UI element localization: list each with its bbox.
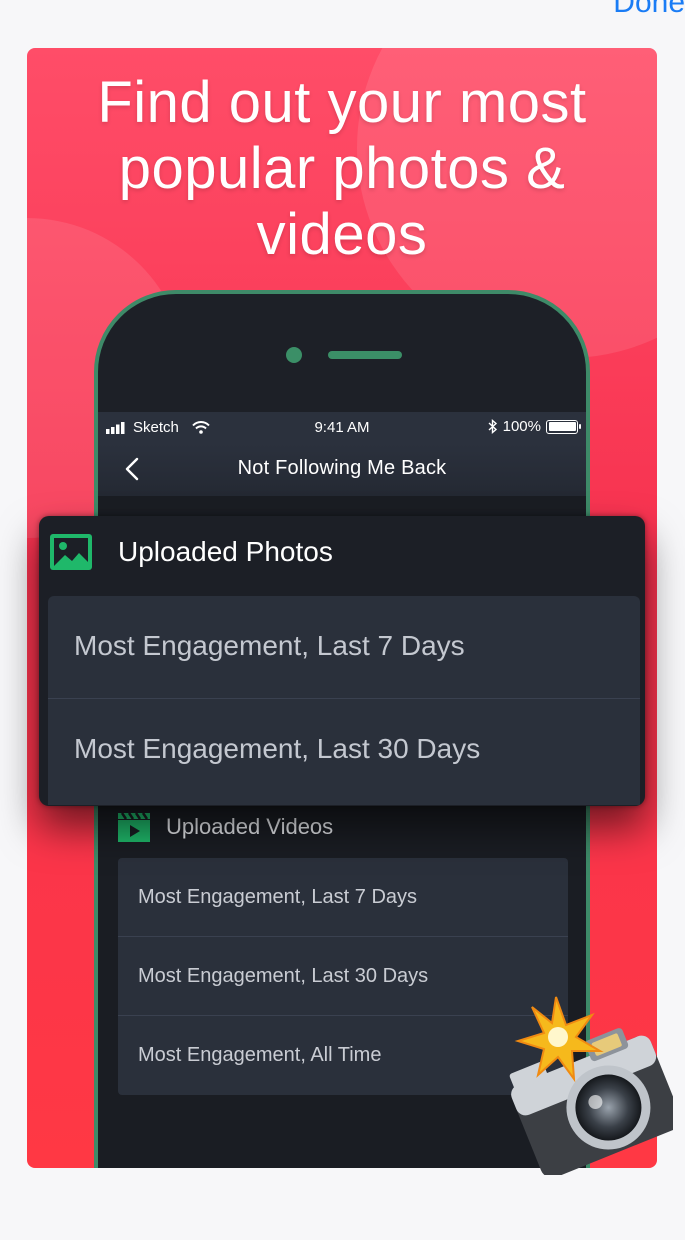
list-item[interactable]: Most Engagement, Last 30 Days	[48, 699, 640, 805]
navigation-bar: Not Following Me Back	[98, 444, 586, 496]
camera-dot	[286, 347, 302, 363]
app-store-screenshot-page: Done Find out your most popular photos &…	[0, 0, 685, 1240]
done-button[interactable]: Done	[613, 0, 685, 20]
section-title: Uploaded Photos	[118, 536, 333, 567]
battery-icon	[546, 419, 581, 434]
section-header: Uploaded Videos	[118, 812, 333, 842]
battery-percent: 100%	[502, 418, 541, 435]
list-item[interactable]: Most Engagement, Last 7 Days	[48, 596, 640, 699]
camera-flash-icon	[509, 996, 673, 1175]
status-right: 100%	[488, 418, 581, 435]
video-clapper-icon	[118, 812, 150, 842]
list-item[interactable]: Most Engagement, Last 7 Days	[118, 858, 568, 937]
section-title: Uploaded Videos	[166, 814, 334, 839]
section-header: Uploaded Photos	[50, 534, 333, 570]
speaker-bar	[328, 351, 402, 359]
promo-headline: Find out your most popular photos & vide…	[97, 70, 587, 267]
status-bar: Sketch 9:41 AM 100%	[98, 412, 586, 444]
page-title: Not Following Me Back	[237, 457, 447, 479]
photos-list: Most Engagement, Last 7 Days Most Engage…	[48, 596, 640, 805]
bluetooth-icon	[488, 419, 497, 434]
uploaded-photos-card: Uploaded Photos Most Engagement, Last 7 …	[39, 516, 645, 806]
photo-icon	[50, 534, 92, 570]
